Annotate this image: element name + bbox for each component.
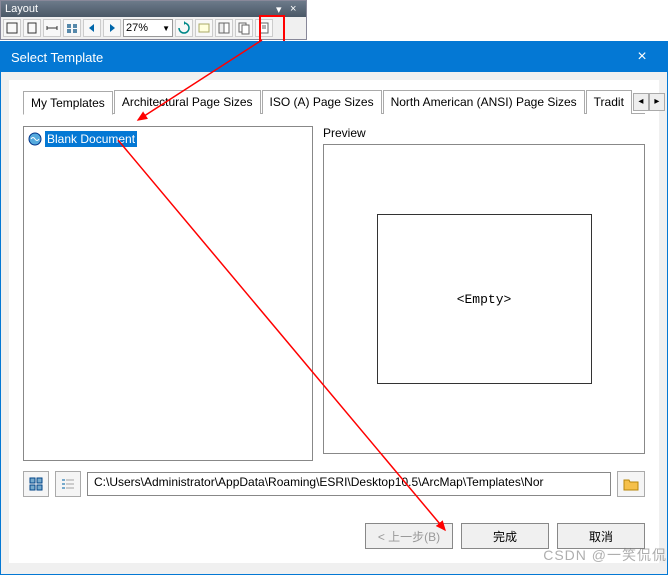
preview-empty-text: <Empty> [457,292,512,307]
refresh-button[interactable] [175,19,193,37]
tab-scroll-left-button[interactable]: ◂ [633,93,649,111]
zoom-width-button[interactable] [43,19,61,37]
list-item-blank-document[interactable]: Blank Document [28,131,308,147]
dialog-body: My Templates Architectural Page Sizes IS… [9,80,659,563]
zoom-full-button[interactable] [3,19,21,37]
zoom-value: 27% [126,22,148,34]
preview-inner: <Empty> [377,214,592,384]
view-large-icons-button[interactable] [23,471,49,497]
nav-forward-button[interactable] [103,19,121,37]
template-list[interactable]: Blank Document [23,126,313,461]
tab-my-templates[interactable]: My Templates [23,91,113,115]
dialog-title: Select Template [11,50,103,65]
content-row: Blank Document Preview <Empty> [23,126,645,461]
tabs-row: My Templates Architectural Page Sizes IS… [23,90,645,114]
tab-architectural[interactable]: Architectural Page Sizes [114,90,261,114]
data-driven-pages-button[interactable] [255,19,273,37]
path-input[interactable]: C:\Users\Administrator\AppData\Roaming\E… [87,472,611,496]
preview-label: Preview [323,126,645,140]
tab-north-american[interactable]: North American (ANSI) Page Sizes [383,90,585,114]
path-row: C:\Users\Administrator\AppData\Roaming\E… [23,471,645,497]
cancel-button[interactable]: 取消 [557,523,645,549]
view-list-button[interactable] [55,471,81,497]
zoom-combo[interactable]: 27% ▼ [123,19,173,37]
dialog-titlebar: Select Template × [1,42,667,72]
close-icon[interactable]: × [290,3,302,15]
tab-scroll: ◂ ▸ [633,93,665,111]
layout-panel: Layout ▾ × 27% ▼ [0,0,307,40]
layout-titlebar: Layout ▾ × [1,1,306,17]
layout-title: Layout [5,3,38,15]
nav-back-button[interactable] [83,19,101,37]
wizard-row: < 上一步(B) 完成 取消 [23,523,645,549]
dialog-close-button[interactable]: × [627,48,657,66]
document-icon [28,132,42,146]
list-item-label: Blank Document [45,131,137,147]
select-template-dialog: Select Template × My Templates Architect… [0,41,668,575]
zoom-page-button[interactable] [23,19,41,37]
data-frame-button[interactable] [195,19,213,37]
layout-toolbar: 27% ▼ [1,17,306,39]
chevron-down-icon: ▼ [162,24,170,33]
browse-button[interactable] [617,471,645,497]
back-button: < 上一步(B) [365,523,453,549]
tab-traditional[interactable]: Tradit [586,90,632,114]
nav-button-1[interactable] [63,19,81,37]
dropdown-icon[interactable]: ▾ [276,3,288,15]
tab-scroll-right-button[interactable]: ▸ [649,93,665,111]
preview-box: <Empty> [323,144,645,454]
change-layout-button[interactable] [235,19,253,37]
toggle-button[interactable] [215,19,233,37]
finish-button[interactable]: 完成 [461,523,549,549]
tab-iso-a[interactable]: ISO (A) Page Sizes [262,90,382,114]
preview-panel: Preview <Empty> [323,126,645,461]
